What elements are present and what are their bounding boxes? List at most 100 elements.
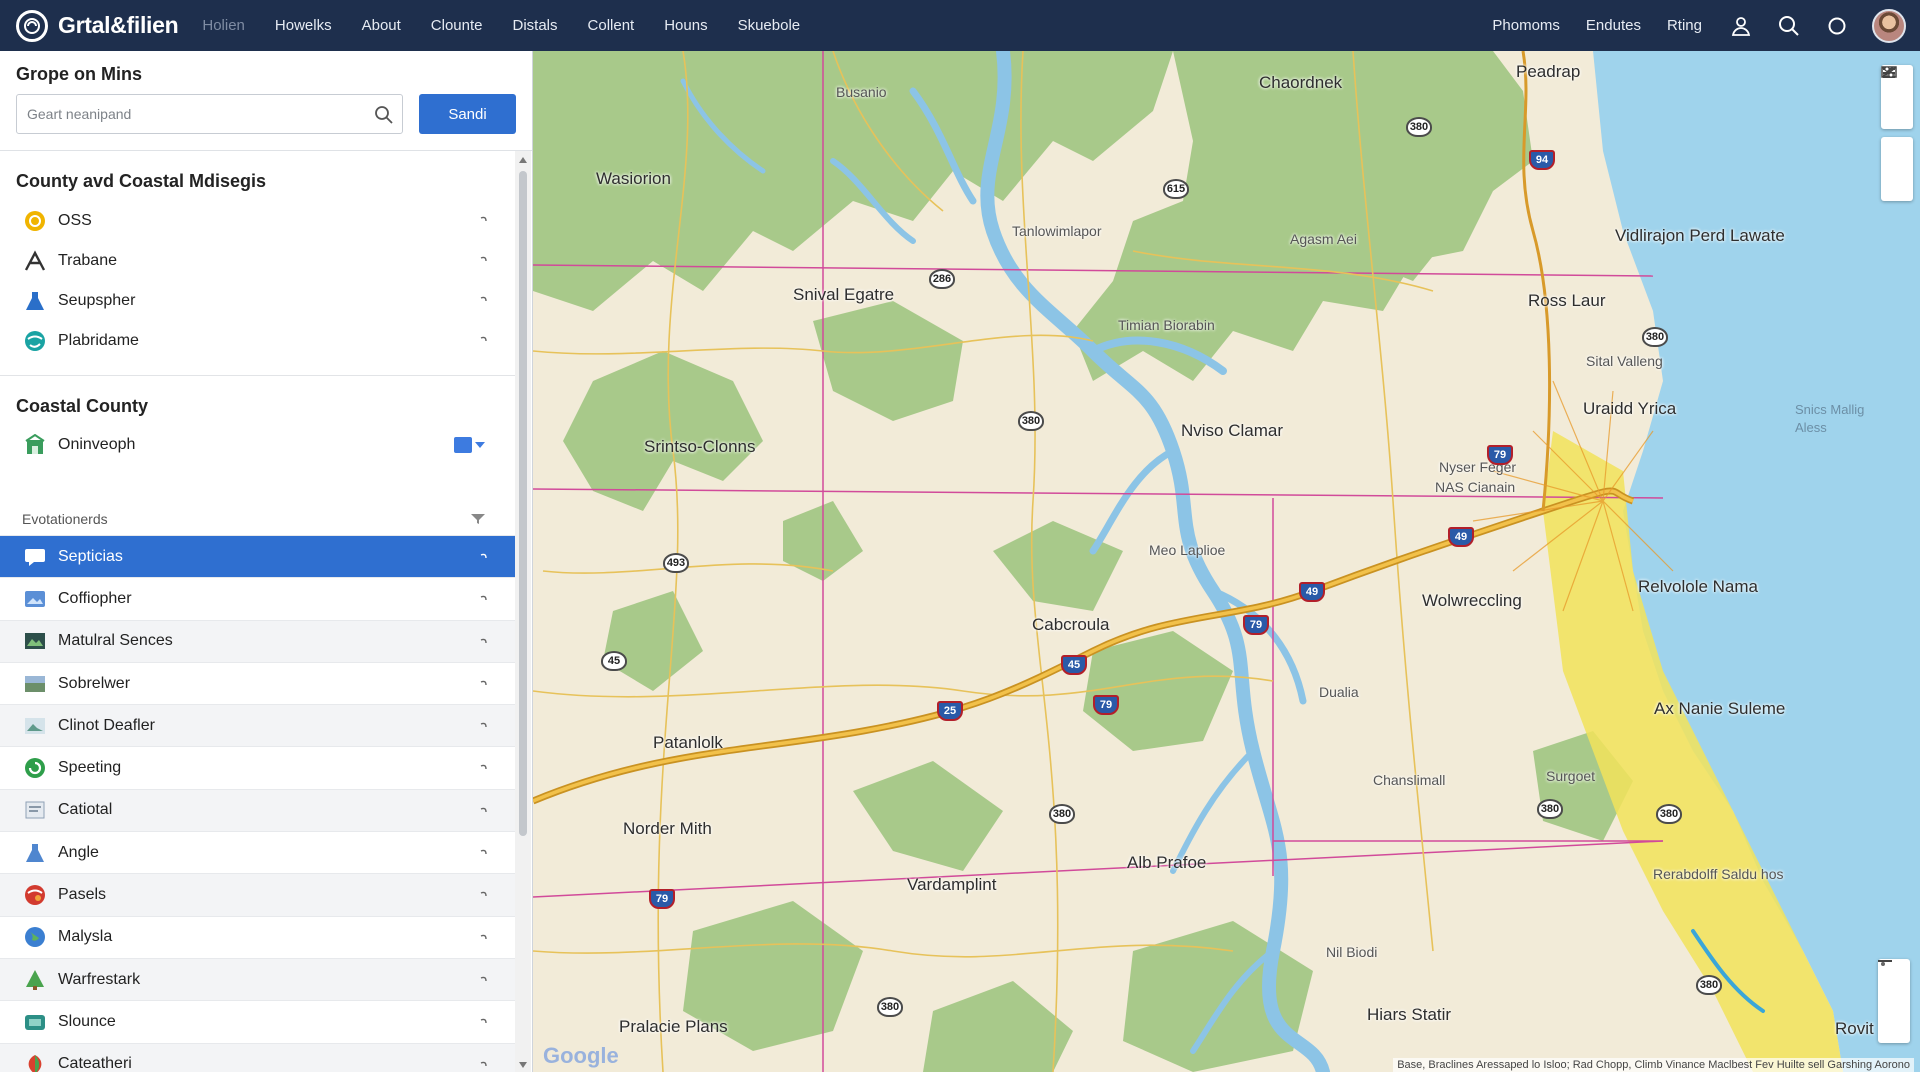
group-list: Septicias Coffiopher Matulral Sences Sob… [0, 535, 515, 1072]
nav-link-about[interactable]: About [362, 17, 401, 34]
list-item-malysla[interactable]: Malysla [0, 915, 515, 958]
list-item-coffiopher[interactable]: Coffiopher [0, 577, 515, 620]
chevron-icon [480, 596, 487, 601]
search-icon[interactable] [1776, 13, 1802, 39]
list-item-matulral-sences[interactable]: Matulral Sences [0, 619, 515, 662]
list-item-label: Angle [58, 843, 99, 861]
section-title-coastal-county: Coastal County [16, 396, 149, 416]
layer-color-toggle[interactable] [454, 437, 485, 453]
map-label: Chaordnek [1259, 73, 1343, 92]
group-header-label: Evotationerds [22, 511, 108, 527]
flask-icon [24, 842, 46, 864]
nav-link-collent[interactable]: Collent [588, 17, 635, 34]
nav-link-clounte[interactable]: Clounte [431, 17, 483, 34]
nav-link-houns[interactable]: Houns [664, 17, 707, 34]
list-item-plabridame[interactable]: Plabridame [0, 321, 515, 361]
chevron-icon [480, 336, 487, 342]
nav-link-home[interactable]: Holien [202, 17, 245, 34]
list-item-warfrestark[interactable]: Warfrestark [0, 957, 515, 1001]
map-label: Ross Laur [1528, 291, 1606, 310]
chevron-icon [480, 807, 487, 812]
map-label: Agasm Aei [1290, 231, 1357, 247]
app-title: Grtal&filien [58, 12, 179, 38]
nav-right: Phomoms Endutes Rting [1492, 0, 1920, 51]
zoom-out-icon[interactable] [1878, 960, 1910, 1043]
nav-link-rting[interactable]: Rting [1667, 17, 1702, 34]
red-globe-icon [24, 884, 46, 906]
map-toolbar [1881, 65, 1913, 209]
nav-link-howelks[interactable]: Howelks [275, 17, 332, 34]
list-item-label: Clinot Deafler [58, 716, 155, 734]
route-shield: 380 [1018, 411, 1044, 431]
list-item-catiotal[interactable]: Catiotal [0, 788, 515, 832]
app-logo[interactable]: Grtal&filien [16, 9, 179, 42]
list-item-angle[interactable]: Angle [0, 831, 515, 874]
map-canvas[interactable]: Busanio Chaordnek Peadrap Wasiorion Tanl… [533, 51, 1920, 1072]
user-icon[interactable] [1728, 13, 1754, 39]
search-input[interactable] [27, 106, 357, 122]
list-item-cateatheri[interactable]: Cateatheri [0, 1042, 515, 1072]
list-item-pasels[interactable]: Pasels [0, 873, 515, 916]
chevron-icon [480, 976, 487, 982]
avatar[interactable] [1872, 8, 1906, 43]
list-item-slounce[interactable]: Slounce [0, 1000, 515, 1043]
list-item-speeting[interactable]: Speeting [0, 746, 515, 789]
map-label: Nviso Clamar [1181, 421, 1284, 440]
map-label: Dualia [1319, 684, 1359, 700]
filter-icon[interactable] [471, 514, 485, 524]
route-shield: 380 [1656, 804, 1682, 824]
list-item-oss[interactable]: OSS [0, 201, 515, 241]
list-item-seupspher[interactable]: Seupspher [0, 281, 515, 321]
map-label: Nil Biodi [1326, 944, 1378, 960]
list-item-label: Septicias [58, 547, 123, 565]
route-shield: 615 [1163, 179, 1189, 199]
nav-link-phomoms[interactable]: Phomoms [1492, 17, 1560, 34]
list-item-septicias[interactable]: Septicias [0, 535, 515, 578]
nav-link-distals[interactable]: Distals [513, 17, 558, 34]
sidebar: Grope on Mins Sandi County avd Coastal M… [0, 51, 533, 1072]
sidebar-scrollbar[interactable] [515, 151, 531, 1072]
map-attribution[interactable]: Base, Braclines Aressaped lo Isloo; Rad … [1393, 1058, 1914, 1072]
scroll-down-arrow-icon[interactable] [519, 1062, 527, 1068]
nav-link-endutes[interactable]: Endutes [1586, 17, 1641, 34]
route-shield: 493 [663, 553, 689, 573]
mail-icon[interactable] [1881, 66, 1913, 169]
map-label: Tanlowimlapor [1012, 223, 1102, 239]
sidebar-scroll-area: County avd Coastal Mdisegis OSS Trabane … [0, 151, 515, 1072]
list-item-trabane[interactable]: Trabane [0, 241, 515, 281]
chevron-icon [480, 765, 487, 770]
map-label: Peadrap [1516, 62, 1581, 81]
tree-icon [24, 969, 46, 991]
list-item-label: Plabridame [58, 332, 139, 349]
route-shield: 380 [1406, 117, 1432, 137]
route-shield: 286 [929, 269, 955, 289]
interstate-shield: 79 [649, 889, 675, 909]
list-item-oninveoph[interactable]: Oninveoph [0, 425, 515, 465]
close-icon[interactable] [1881, 66, 1913, 129]
tool-group-share [1881, 66, 1913, 201]
list-item-label: Warfrestark [58, 970, 141, 988]
zoom-in-icon[interactable] [1878, 962, 1910, 1015]
nav-link-skuebole[interactable]: Skuebole [738, 17, 801, 34]
group-header-evotationerds[interactable]: Evotationerds [0, 503, 515, 535]
search-submit-button[interactable]: Sandi [419, 94, 516, 134]
map-label: Srintso-Clonns [644, 437, 756, 456]
scrollbar-thumb[interactable] [519, 171, 527, 836]
zoom-control [1878, 959, 1910, 1043]
circle-icon[interactable] [1824, 13, 1850, 39]
top-navigation-bar: Grtal&filien Holien Howelks About Clount… [0, 0, 1920, 51]
route-shield: 380 [1696, 975, 1722, 995]
list-item-label: Coffiopher [58, 589, 132, 607]
section-title-county-coastal: County avd Coastal Mdisegis [16, 171, 267, 191]
search-field-icon[interactable] [374, 105, 394, 125]
chevron-icon [480, 296, 487, 302]
list-item-label: Catiotal [58, 801, 113, 819]
list-item-sobrelwer[interactable]: Sobrelwer [0, 661, 515, 705]
map-label: Ax Nanie Suleme [1654, 699, 1786, 718]
interstate-shield: 94 [1529, 150, 1555, 170]
chevron-icon [480, 680, 487, 685]
interstate-shield: 49 [1448, 527, 1474, 547]
scroll-up-arrow-icon[interactable] [519, 157, 527, 163]
settings-sliders-icon[interactable] [1881, 66, 1913, 201]
list-item-clinot-deafler[interactable]: Clinot Deafler [0, 704, 515, 747]
